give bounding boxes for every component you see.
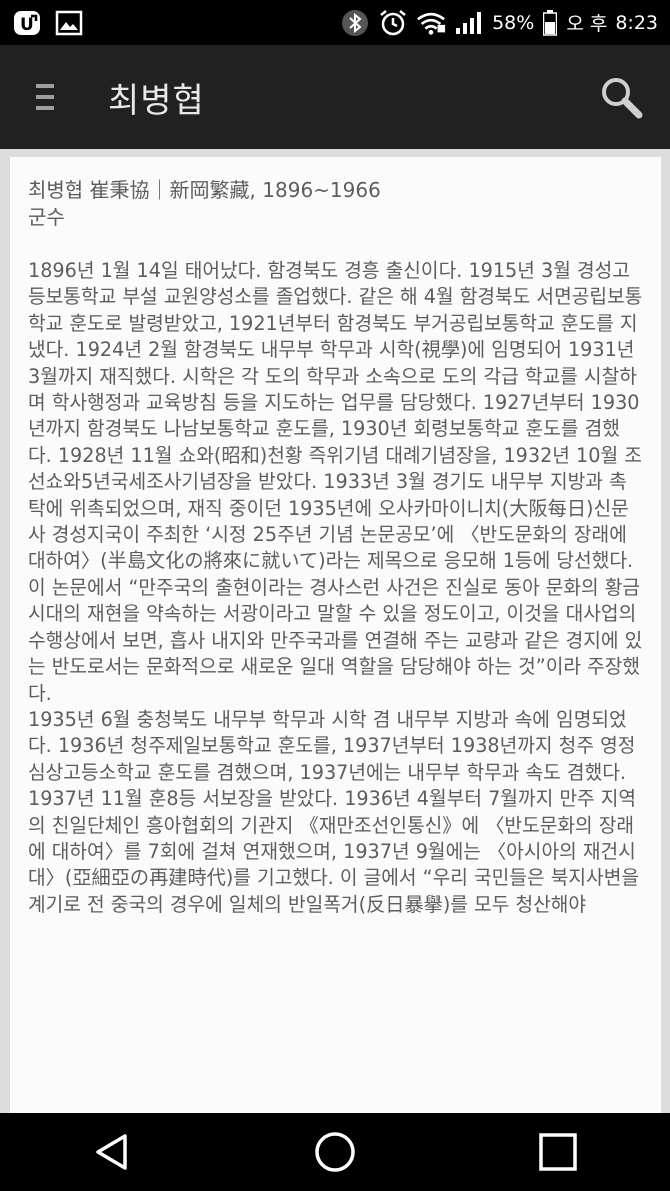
recent-apps-icon[interactable] [528,1122,588,1182]
alarm-icon [378,8,408,38]
status-time: 8:23 [615,11,658,34]
home-icon[interactable] [305,1122,365,1182]
article-role: 군수 [28,205,65,229]
signal-icon [454,8,484,38]
wifi-icon [416,8,446,38]
article-heading: 최병협 崔秉協｜新岡繁藏, 1896~1966 [28,178,381,202]
article-paragraph: 1935년 6월 충청북도 내무부 학무과 시학 겸 내무부 지방과 속에 임명… [28,707,639,916]
article-card: 최병협 崔秉協｜新岡繁藏, 1896~1966 군수 1896년 1월 14일 … [10,157,661,1115]
article-body: 1896년 1월 14일 태어났다. 함경북도 경흥 출신이다. 1915년 3… [28,258,643,918]
article-paragraph: 1896년 1월 14일 태어났다. 함경북도 경흥 출신이다. 1915년 3… [28,259,643,705]
navigation-bar [0,1113,670,1191]
bluetooth-icon [340,8,370,38]
image-notification-icon [54,8,84,38]
battery-icon [542,8,558,38]
back-icon[interactable] [82,1122,142,1182]
status-bar: U 58% 오 후 8:23 [0,0,670,45]
app-bar: 최병협 [0,45,670,149]
page-title: 최병협 [108,80,205,121]
svg-text:U: U [20,15,34,35]
menu-icon[interactable] [30,81,62,113]
battery-percent: 58% [492,11,535,34]
status-ampm: 오 후 [566,13,608,35]
app-notification-icon: U [12,8,42,38]
search-icon[interactable] [598,74,644,120]
